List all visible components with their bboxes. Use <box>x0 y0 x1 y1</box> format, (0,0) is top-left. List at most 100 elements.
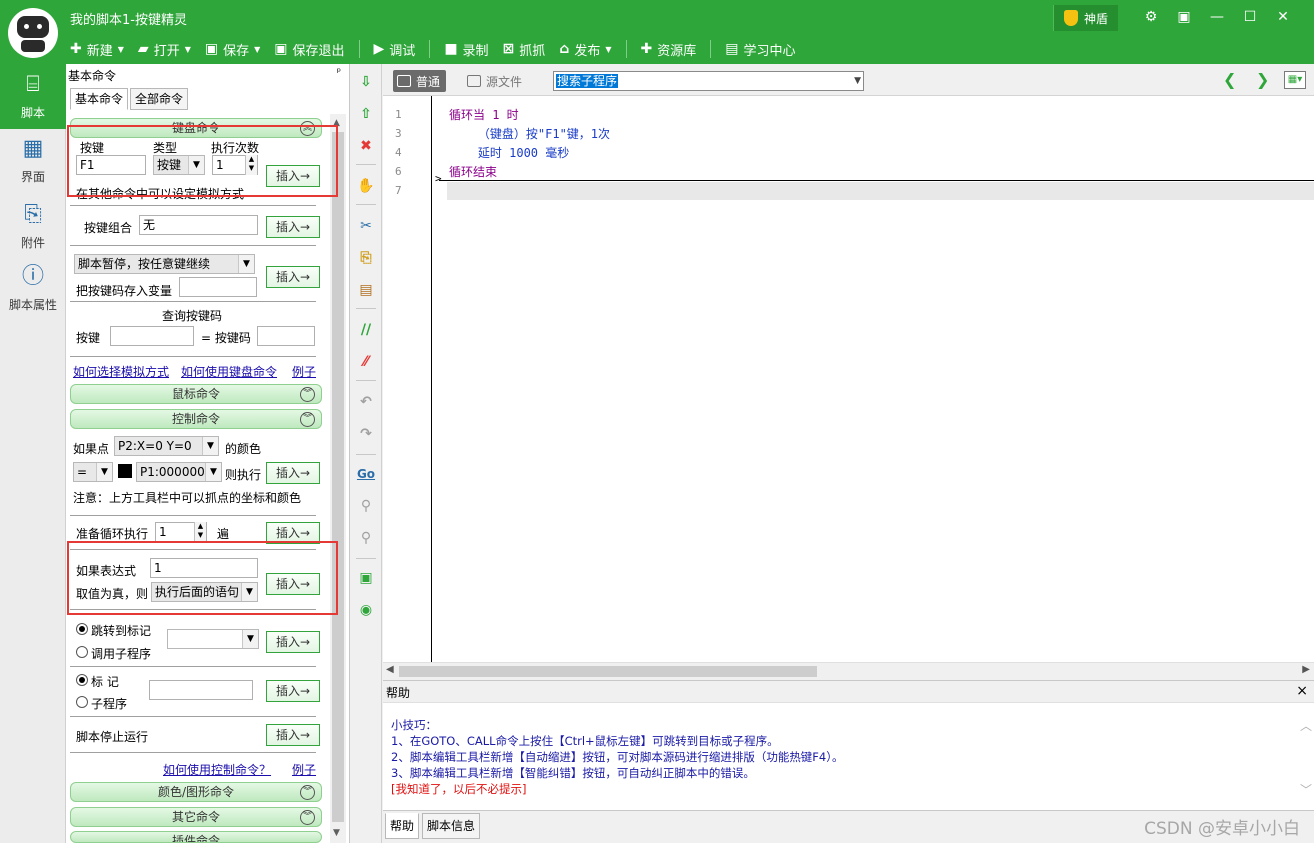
link-sim-mode[interactable]: 如何选择模拟方式 <box>73 363 169 380</box>
mouse-section-header[interactable]: 鼠标命令 ︾ <box>70 384 322 404</box>
learn-button[interactable]: ▤ 学习中心 <box>725 40 795 59</box>
scroll-down-icon[interactable]: ﹀ <box>1300 781 1312 798</box>
tab-help[interactable]: 帮助 <box>385 813 420 839</box>
expand-icon[interactable]: ︾ <box>300 412 315 427</box>
pause-select[interactable]: 脚本暂停，按任意键继续 ▼ <box>74 254 255 274</box>
control-section-header[interactable]: 控制命令 ︾ <box>70 409 322 429</box>
move-up-icon[interactable]: ⇧ <box>356 104 376 124</box>
link-keyboard-example[interactable]: 例子 <box>292 363 316 380</box>
debug-button[interactable]: ▶ 调试 <box>374 40 416 59</box>
layout-icon[interactable]: ▦▾ <box>1284 71 1306 89</box>
undo-icon[interactable]: ↶ <box>356 392 376 412</box>
nav-item-script[interactable]: ⌸ 脚本 <box>0 64 66 129</box>
expand-icon[interactable]: ︾ <box>300 810 315 825</box>
minimize-icon[interactable]: — <box>1206 6 1228 28</box>
resources-button[interactable]: ✚ 资源库 <box>641 40 697 59</box>
editor-hscrollbar[interactable]: ◀ ▶ <box>383 662 1314 679</box>
scroll-left-icon[interactable]: ◀ <box>386 664 394 675</box>
paste-icon[interactable]: ▤ <box>356 280 376 300</box>
skin-icon[interactable]: ▣ <box>1173 6 1195 28</box>
new-button[interactable]: ✚ 新建 ▼ <box>70 40 124 59</box>
code-line[interactable]: 循环当 1 时 <box>449 106 519 123</box>
query-code-input[interactable] <box>257 326 315 346</box>
plugin-section-header[interactable]: 插件命令 <box>70 831 322 843</box>
save-exit-button[interactable]: ▣ 保存退出 <box>274 40 344 59</box>
format-icon[interactable]: ▣ <box>356 568 376 588</box>
key-combo-input[interactable]: 无 <box>139 215 258 235</box>
redo-icon[interactable]: ↷ <box>356 424 376 444</box>
check-icon[interactable]: ◉ <box>356 600 376 620</box>
code-line[interactable]: 循环结束 <box>449 163 497 180</box>
delete-icon[interactable]: ✖ <box>356 136 376 156</box>
mode-normal-button[interactable]: 普通 <box>393 70 447 92</box>
tab-script-info[interactable]: 脚本信息 <box>422 813 481 839</box>
code-line[interactable]: 延时 1000 毫秒 <box>449 144 569 161</box>
insert-mark-button[interactable]: 插入→ <box>266 680 320 702</box>
source-view-icon <box>467 75 481 87</box>
tab-all[interactable]: 全部命令 <box>130 88 189 110</box>
settings-icon[interactable]: ⚙ <box>1140 6 1162 28</box>
code-editor[interactable]: 1 3 4 6 7 > 循环当 1 时 （键盘）按"F1"键，1次 延时 100… <box>383 96 1314 662</box>
loop-stepper[interactable]: ▲ ▼ <box>194 522 206 542</box>
insert-combo-button[interactable]: 插入→ <box>266 216 320 238</box>
insert-pause-button[interactable]: 插入→ <box>266 266 320 288</box>
dismiss-tip-link[interactable]: [我知道了，以后不必提示] <box>391 781 526 797</box>
insert-stop-button[interactable]: 插入→ <box>266 724 320 746</box>
nav-item-attachment[interactable]: ⎘ 附件 <box>0 200 66 252</box>
point-select[interactable]: P2:X=0 Y=0 ▼ <box>114 436 219 456</box>
line-number: 3 <box>395 127 402 140</box>
expand-icon[interactable]: ︾ <box>300 785 315 800</box>
uncomment-icon[interactable]: ⁄⁄ <box>356 352 376 372</box>
comment-icon[interactable]: // <box>356 320 376 340</box>
capture-button[interactable]: ⊠ 抓抓 <box>503 40 546 59</box>
back-arrow-icon[interactable]: ❮ <box>1223 70 1236 89</box>
publish-button[interactable]: ⌂ 发布 ▼ <box>559 40 611 59</box>
insert-ifcolor-button[interactable]: 插入→ <box>266 462 320 484</box>
scroll-right-icon[interactable]: ▶ <box>1302 664 1310 675</box>
save-button[interactable]: ▣ 保存 ▼ <box>205 40 260 59</box>
hand-icon[interactable]: ✋ <box>356 176 376 196</box>
close-icon[interactable]: ✕ <box>1272 6 1294 28</box>
link-control-example[interactable]: 例子 <box>292 761 316 778</box>
record-button[interactable]: ■ 录制 <box>444 40 488 59</box>
call-radio[interactable] <box>76 646 88 658</box>
operator-select[interactable]: = ▼ <box>73 462 113 482</box>
maximize-icon[interactable]: ☐ <box>1239 6 1261 28</box>
link-keyboard-usage[interactable]: 如何使用键盘命令 <box>181 363 277 380</box>
panel-scrollbar[interactable]: ▲ ▼ <box>330 114 346 843</box>
nav-item-properties[interactable]: ⓘ 脚本属性 <box>0 262 66 314</box>
find-icon[interactable]: ⚲ <box>356 496 376 516</box>
mark-radio[interactable] <box>76 674 88 686</box>
forward-arrow-icon[interactable]: ❯ <box>1256 70 1269 89</box>
tab-basic[interactable]: 基本命令 <box>70 88 129 110</box>
shield-button[interactable]: 神盾 <box>1053 5 1119 31</box>
open-button[interactable]: ▰ 打开 ▼ <box>138 40 191 59</box>
close-icon[interactable]: × <box>1296 683 1308 699</box>
find-next-icon[interactable]: ⚲ <box>356 528 376 548</box>
fold-marker[interactable]: > <box>435 172 442 185</box>
mode-source-button[interactable]: 源文件 <box>463 70 528 92</box>
scroll-down-icon[interactable]: ▼ <box>333 828 340 838</box>
insert-goto-button[interactable]: 插入→ <box>266 631 320 653</box>
scroll-up-icon[interactable]: ︿ <box>1300 717 1312 734</box>
pin-icon[interactable]: ᵖ <box>337 67 341 78</box>
subroutine-search-select[interactable]: 搜索子程序 ▼ <box>553 71 864 91</box>
color-section-header[interactable]: 颜色/图形命令 ︾ <box>70 782 322 802</box>
copy-icon[interactable]: ⎘ <box>356 248 376 268</box>
nav-item-layout[interactable]: ▦ 界面 <box>0 134 66 186</box>
color-select[interactable]: P1:000000 ▼ <box>136 462 222 482</box>
expand-icon[interactable]: ︾ <box>300 387 315 402</box>
query-key-input[interactable] <box>110 326 194 346</box>
cut-icon[interactable]: ✂ <box>356 216 376 236</box>
link-control-usage[interactable]: 如何使用控制命令？ <box>163 761 271 778</box>
mark-name-input[interactable] <box>149 680 253 700</box>
move-down-icon[interactable]: ⇩ <box>356 72 376 92</box>
goto-icon[interactable]: Go <box>356 464 376 484</box>
other-section-header[interactable]: 其它命令 ︾ <box>70 807 322 827</box>
sub-radio[interactable] <box>76 696 88 708</box>
color-swatch[interactable] <box>118 464 132 478</box>
target-select[interactable]: ▼ <box>167 629 259 649</box>
goto-radio[interactable] <box>76 623 88 635</box>
code-line[interactable]: （键盘）按"F1"键，1次 <box>449 125 610 142</box>
store-var-input[interactable] <box>179 277 257 297</box>
